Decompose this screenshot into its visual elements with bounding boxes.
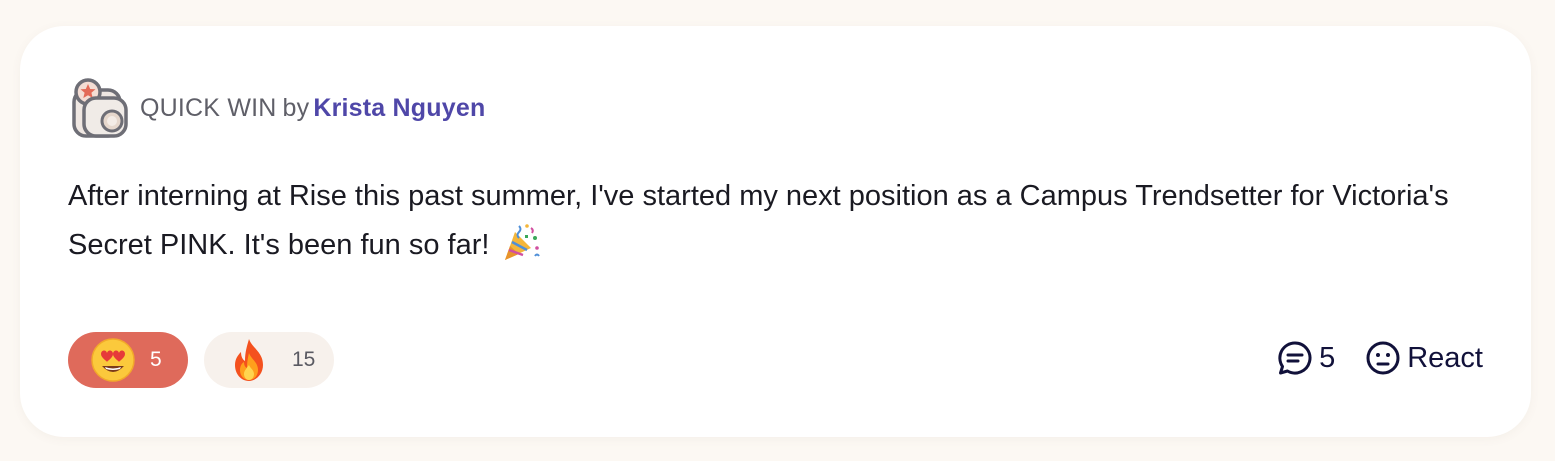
reaction-fire-button[interactable]: 15 [204,332,334,388]
post-type-label: QUICK WIN [140,93,277,122]
reaction-count: 5 [150,348,162,371]
react-button[interactable]: React [1365,340,1483,376]
fire-emoji-icon [226,337,272,383]
reaction-count: 15 [292,348,316,371]
post-byline: QUICK WIN by Krista Nguyen [140,94,485,123]
party-popper-icon [501,222,541,262]
post-header: QUICK WIN by Krista Nguyen [70,76,485,140]
neutral-face-icon [1366,341,1400,375]
camera-star-icon [70,76,132,140]
post-card: QUICK WIN by Krista Nguyen After interning… [20,26,1531,437]
by-label: by [282,93,310,122]
post-actions: 5 React [1277,340,1483,376]
post-body-text: After interning at Rise this past summer… [68,180,1449,261]
post-body: After interning at Rise this past summer… [68,172,1488,270]
heart-eyes-emoji-icon [90,337,136,383]
author-link[interactable]: Krista Nguyen [313,94,485,122]
react-label: React [1407,341,1483,374]
comments-button[interactable]: 5 [1277,340,1335,376]
comment-icon [1278,341,1312,375]
comments-count: 5 [1319,341,1336,374]
reaction-heart-eyes-button[interactable]: 5 [68,332,188,388]
reactions-bar: 5 15 [68,332,334,388]
